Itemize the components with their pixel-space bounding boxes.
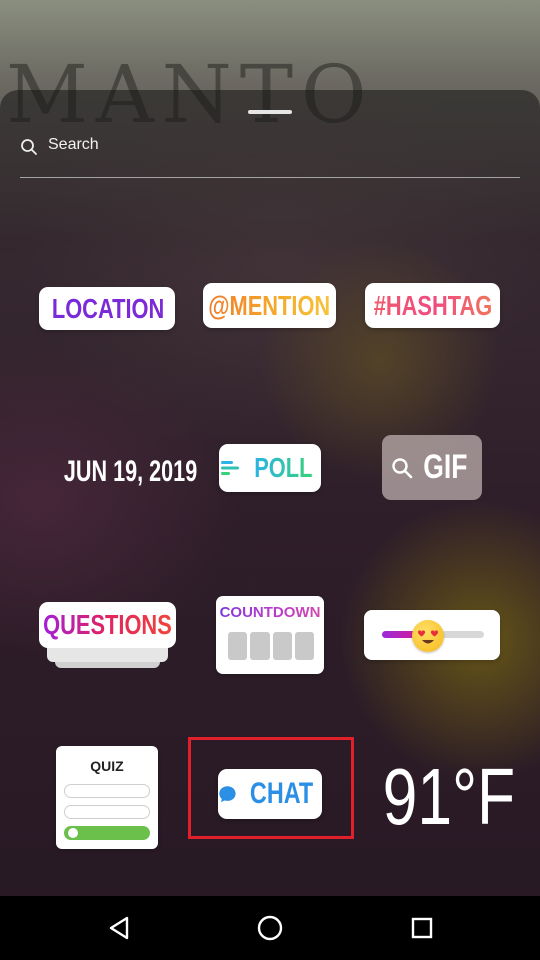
search-icon [21, 139, 37, 155]
chat-label: CHAT [249, 777, 314, 810]
search-input[interactable]: Search [48, 136, 99, 154]
poll-sticker[interactable]: POLL [219, 444, 321, 492]
quiz-option [64, 784, 150, 798]
home-circle-icon[interactable] [254, 912, 286, 944]
search-icon [391, 457, 412, 478]
gif-sticker[interactable]: GIF [382, 435, 482, 500]
recents-square-icon[interactable] [406, 912, 438, 944]
location-sticker[interactable]: LOCATION [39, 287, 175, 330]
poll-label: POLL [253, 452, 313, 483]
back-triangle-icon[interactable] [104, 912, 136, 944]
countdown-digit-box [228, 632, 248, 660]
questions-sticker[interactable]: QUESTIONS [39, 602, 176, 668]
chat-bubble-icon [219, 786, 236, 803]
search-bar[interactable]: Search [20, 134, 520, 178]
quiz-option [64, 805, 150, 819]
questions-label: QUESTIONS [43, 609, 172, 640]
navigation-bar [0, 896, 540, 960]
mention-label: @MENTION [208, 289, 331, 321]
emoji-slider-sticker[interactable] [364, 610, 500, 660]
quiz-option-correct [64, 826, 150, 840]
countdown-digit-box [294, 632, 314, 660]
hashtag-label: #HASHTAG [373, 289, 492, 321]
temperature-label: 91°F [382, 752, 516, 841]
countdown-label: COUNTDOWN [216, 604, 324, 621]
countdown-digit-box [272, 632, 292, 660]
date-sticker[interactable]: JUN 19, 2019 [38, 455, 197, 495]
quiz-sticker[interactable]: QUIZ [56, 746, 158, 849]
quiz-label: QUIZ [90, 758, 124, 774]
temperature-sticker[interactable]: 91°F [364, 752, 515, 842]
date-label: JUN 19, 2019 [63, 455, 198, 488]
heart-eyes-emoji-icon [411, 620, 444, 652]
hashtag-sticker[interactable]: #HASHTAG [365, 283, 500, 328]
drag-handle[interactable] [248, 110, 292, 114]
poll-lines-icon [220, 461, 239, 475]
mention-sticker[interactable]: @MENTION [203, 283, 336, 328]
gif-label: GIF [422, 448, 468, 486]
countdown-sticker[interactable]: COUNTDOWN [216, 596, 324, 674]
questions-card: QUESTIONS [39, 602, 176, 648]
countdown-digit-box [250, 632, 270, 660]
chat-sticker[interactable]: CHAT [218, 769, 322, 819]
check-icon [68, 828, 78, 838]
countdown-boxes [228, 632, 314, 660]
location-label: LOCATION [51, 292, 165, 324]
